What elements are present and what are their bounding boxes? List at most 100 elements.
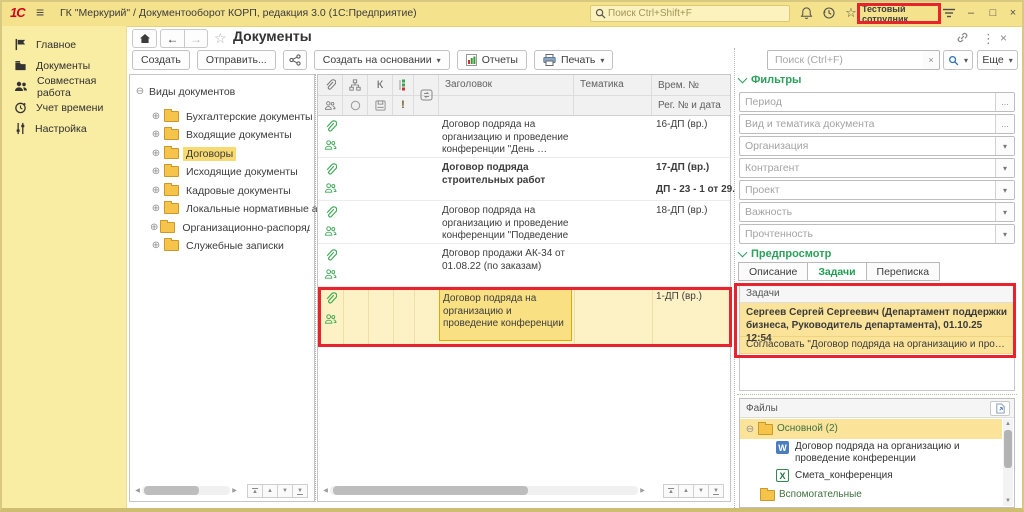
dropdown-button[interactable]: ▾ [995,225,1014,243]
preview-group-header[interactable]: Предпросмотр [737,247,831,260]
dropdown-button[interactable]: ▾ [995,159,1014,177]
more-button[interactable]: Еще ▾ [977,50,1018,70]
expand-icon[interactable]: ⊕ [150,185,162,196]
share-button[interactable] [282,50,307,70]
go-first-button[interactable]: ▲ [663,484,679,498]
get-link-icon[interactable] [956,31,969,47]
scroll-right-icon[interactable]: ▶ [230,485,239,496]
table-preview-splitter[interactable] [734,48,735,508]
table-row[interactable]: Договор подряда на организацию и проведе… [318,115,730,158]
files-folder-aux[interactable]: Вспомогательные [758,487,998,501]
filter-importance[interactable]: Важность ▾ [739,202,1015,222]
column-status[interactable] [343,95,368,115]
tree-item-organizational[interactable]: ⊕ Организационно-распорядительн [150,219,310,236]
scroll-right-icon[interactable]: ▶ [638,485,647,496]
close-form-icon[interactable]: × [1000,31,1007,45]
file-item-excel[interactable]: X Смета_конференция [776,469,998,482]
dropdown-button[interactable]: ▾ [995,137,1014,155]
column-reg-number[interactable]: Рег. № и дата [652,95,730,115]
back-button[interactable]: ← [160,29,184,48]
forward-button[interactable]: → [184,29,208,48]
scroll-up-icon[interactable]: ▲ [1003,419,1013,429]
tree-item-accounting[interactable]: ⊕ Бухгалтерские документы [150,108,316,125]
files-folder-main[interactable]: ⊖ Основной (2) [740,419,1002,439]
global-search[interactable] [590,5,790,22]
tree-item-local-acts[interactable]: ⊕ Локальные нормативные акты [150,200,338,217]
filter-period[interactable]: Период … [739,92,1015,112]
scroll-left-icon[interactable]: ◀ [321,485,330,496]
list-search-input[interactable] [773,53,918,67]
expand-icon[interactable]: ⊕ [150,203,162,214]
column-title[interactable]: Заголовок [439,75,574,115]
filter-project[interactable]: Проект ▾ [739,180,1015,200]
more-menu-kebab-icon[interactable]: ⋮ [982,31,995,47]
go-down-button[interactable]: ▼ [277,484,293,498]
expand-icon[interactable]: ⊕ [150,166,162,177]
choose-button[interactable]: … [995,93,1014,111]
go-last-button[interactable]: ▼ [708,484,724,498]
sidebar-item-documents[interactable]: Документы [2,55,126,76]
column-importance[interactable]: ! [393,95,414,115]
focused-title-cell[interactable]: Договор подряда на организацию и проведе… [439,289,572,341]
scroll-track[interactable] [142,486,230,495]
scroll-thumb[interactable] [1004,430,1012,468]
scroll-track[interactable] [330,486,638,495]
go-down-button[interactable]: ▼ [693,484,709,498]
column-tasks[interactable] [318,95,343,115]
clear-search-button[interactable]: × [923,50,940,70]
favorites-star-icon[interactable]: ☆ [842,5,860,21]
table-horizontal-scrollbar[interactable]: ◀ ▶ [321,484,651,497]
send-button[interactable]: Отправить... [196,50,276,70]
tree-item-outgoing[interactable]: ⊕ Исходящие документы [150,163,301,180]
column-subject[interactable]: Тематика [574,75,652,115]
filter-read-status[interactable]: Прочтенность ▾ [739,224,1015,244]
expand-icon[interactable]: ⊕ [150,111,162,122]
column-route[interactable] [393,75,414,95]
column-hierarchy[interactable] [343,75,368,95]
home-button[interactable] [132,29,157,48]
list-search[interactable] [767,50,924,70]
table-row-selected[interactable]: Договор подряда на организацию и проведе… [318,287,730,345]
minimize-button[interactable]: – [962,3,980,23]
go-up-button[interactable]: ▲ [262,484,278,498]
dropdown-button[interactable]: ▾ [995,203,1014,221]
scroll-thumb[interactable] [144,486,199,495]
column-transfer[interactable] [414,75,439,115]
files-header[interactable]: Файлы [740,399,1014,418]
tree-item-hr[interactable]: ⊕ Кадровые документы [150,182,294,199]
filter-counterparty[interactable]: Контрагент ▾ [739,158,1015,178]
go-up-button[interactable]: ▲ [678,484,694,498]
tree-item-memos[interactable]: ⊕ Служебные записки [150,237,287,254]
filter-organization[interactable]: Организация ▾ [739,136,1015,156]
sidebar-item-main[interactable]: Главное [2,34,126,55]
scroll-left-icon[interactable]: ◀ [133,485,142,496]
collapse-icon[interactable]: ⊖ [134,86,146,97]
filter-doc-type[interactable]: Вид и тематика документа … [739,114,1015,134]
global-search-input[interactable] [606,7,785,20]
current-user-button[interactable]: Тестовый сотрудник [862,4,938,24]
tab-correspondence[interactable]: Переписка [865,262,941,281]
create-based-on-button[interactable]: Создать на основании ▾ [313,50,450,70]
scroll-down-icon[interactable]: ▼ [1003,496,1013,506]
task-author-row[interactable]: Сергеев Сергей Сергеевич (Департамент по… [740,303,1014,344]
tree-table-splitter[interactable] [315,74,316,502]
view-settings-icon[interactable] [940,8,958,24]
create-button[interactable]: Создать [132,50,190,70]
files-vertical-scrollbar[interactable]: ▲ ▼ [1003,419,1013,506]
tasks-grid-header[interactable]: Задачи [740,284,1014,303]
column-contractor[interactable]: К [368,75,393,95]
sidebar-item-time-tracking[interactable]: Учет времени [2,97,126,118]
preview-files-splitter[interactable] [737,394,1017,395]
history-icon[interactable] [820,6,838,22]
table-row[interactable]: Договор продажи АК-34 от 01.08.22 (по за… [318,244,730,287]
filters-group-header[interactable]: Фильтры [737,73,801,86]
reports-button[interactable]: Отчеты [456,50,527,70]
tree-item-contracts[interactable]: ⊕ Договоры [150,145,237,162]
file-item-word[interactable]: W Договор подряда на организацию и прове… [776,441,998,465]
expand-icon[interactable]: ⊕ [150,240,162,251]
column-temp-number[interactable]: Врем. № [652,75,730,95]
maximize-button[interactable]: □ [984,3,1002,23]
expand-icon[interactable]: ⊕ [150,148,162,159]
column-saved[interactable] [368,95,393,115]
open-file-button[interactable] [990,400,1010,416]
